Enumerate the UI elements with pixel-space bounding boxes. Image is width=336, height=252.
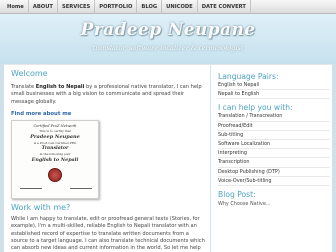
- intro-text: Translate English to Nepali by a profess…: [11, 84, 204, 106]
- intro-bold: English to Nepali: [35, 84, 85, 90]
- language-pairs-heading: Language Pairs:: [218, 72, 279, 81]
- certificate-pair: English to Nepali: [31, 157, 79, 164]
- language-item[interactable]: English to Nepali: [218, 81, 330, 91]
- main-column: Welcome Translate English to Nepali by a…: [11, 69, 205, 252]
- nav-about[interactable]: ABOUT: [29, 0, 58, 14]
- nav-home[interactable]: Home: [3, 0, 29, 14]
- service-item[interactable]: Interpreting: [218, 149, 330, 159]
- top-navigation: Home ABOUT SERVICES PORTFOLIO BLOG UNICO…: [0, 0, 336, 14]
- site-header: Pradeep Neupane translator, software loc…: [0, 14, 336, 64]
- certificate-name: Pradeep Neupane: [30, 134, 80, 141]
- certificate-image[interactable]: Certified ProZ Network This is to certif…: [11, 120, 99, 200]
- services-list: Translation / Transcreation Proofread/Ed…: [218, 112, 330, 187]
- nav-services[interactable]: SERVICES: [58, 0, 96, 14]
- site-title[interactable]: Pradeep Neupane: [0, 20, 336, 40]
- find-more-link[interactable]: Find more about me: [11, 111, 204, 117]
- work-heading: Work with me?: [11, 203, 71, 213]
- certificate-role: Translator: [41, 146, 69, 152]
- nav-portfolio[interactable]: PORTFOLIO: [95, 0, 138, 14]
- welcome-heading: Welcome: [11, 69, 48, 78]
- service-item[interactable]: Translation / Transcreation: [218, 112, 330, 122]
- intro-pre: Translate: [11, 84, 36, 90]
- service-item[interactable]: Software Localization: [218, 140, 330, 150]
- service-item[interactable]: Sub-titling: [218, 131, 330, 141]
- certificate-line-c: in the following pair: [39, 152, 71, 157]
- signature-line: [20, 188, 42, 190]
- certificate-org: Certified ProZ Network: [33, 124, 77, 129]
- nav-unicode[interactable]: UNICODE: [162, 0, 198, 14]
- sidebar: Language Pairs: English to Nepali Nepali…: [218, 68, 330, 207]
- work-text: While I am happy to translate, edit or p…: [11, 216, 205, 252]
- blog-heading: Blog Post:: [218, 190, 256, 200]
- language-list: English to Nepali Nepali to English: [218, 81, 330, 100]
- site-tagline: translator, software localizer & termino…: [92, 44, 244, 52]
- help-heading: I can help you with:: [218, 103, 293, 113]
- service-item[interactable]: Desktop Publishing (DTP): [218, 168, 330, 177]
- seal-icon: [48, 168, 62, 183]
- service-item[interactable]: Transcription: [218, 158, 330, 168]
- content-area: Welcome Translate English to Nepali by a…: [4, 64, 332, 252]
- nav-blog[interactable]: BLOG: [137, 0, 163, 14]
- blog-post-link[interactable]: Why Choose Native...: [218, 201, 330, 207]
- service-item[interactable]: Voice-Over/Sub-titling: [218, 177, 330, 187]
- language-item[interactable]: Nepali to English: [218, 90, 330, 100]
- service-item[interactable]: Proofread/Edit: [218, 122, 330, 131]
- signature-line: [70, 188, 92, 190]
- nav-date-convert[interactable]: DATE CONVERT: [198, 0, 251, 14]
- certificate-line-b: is a ProZ.com Certified PRO: [33, 141, 77, 146]
- column-divider: [210, 65, 211, 252]
- certificate-line-a: This is to certify that: [39, 129, 71, 134]
